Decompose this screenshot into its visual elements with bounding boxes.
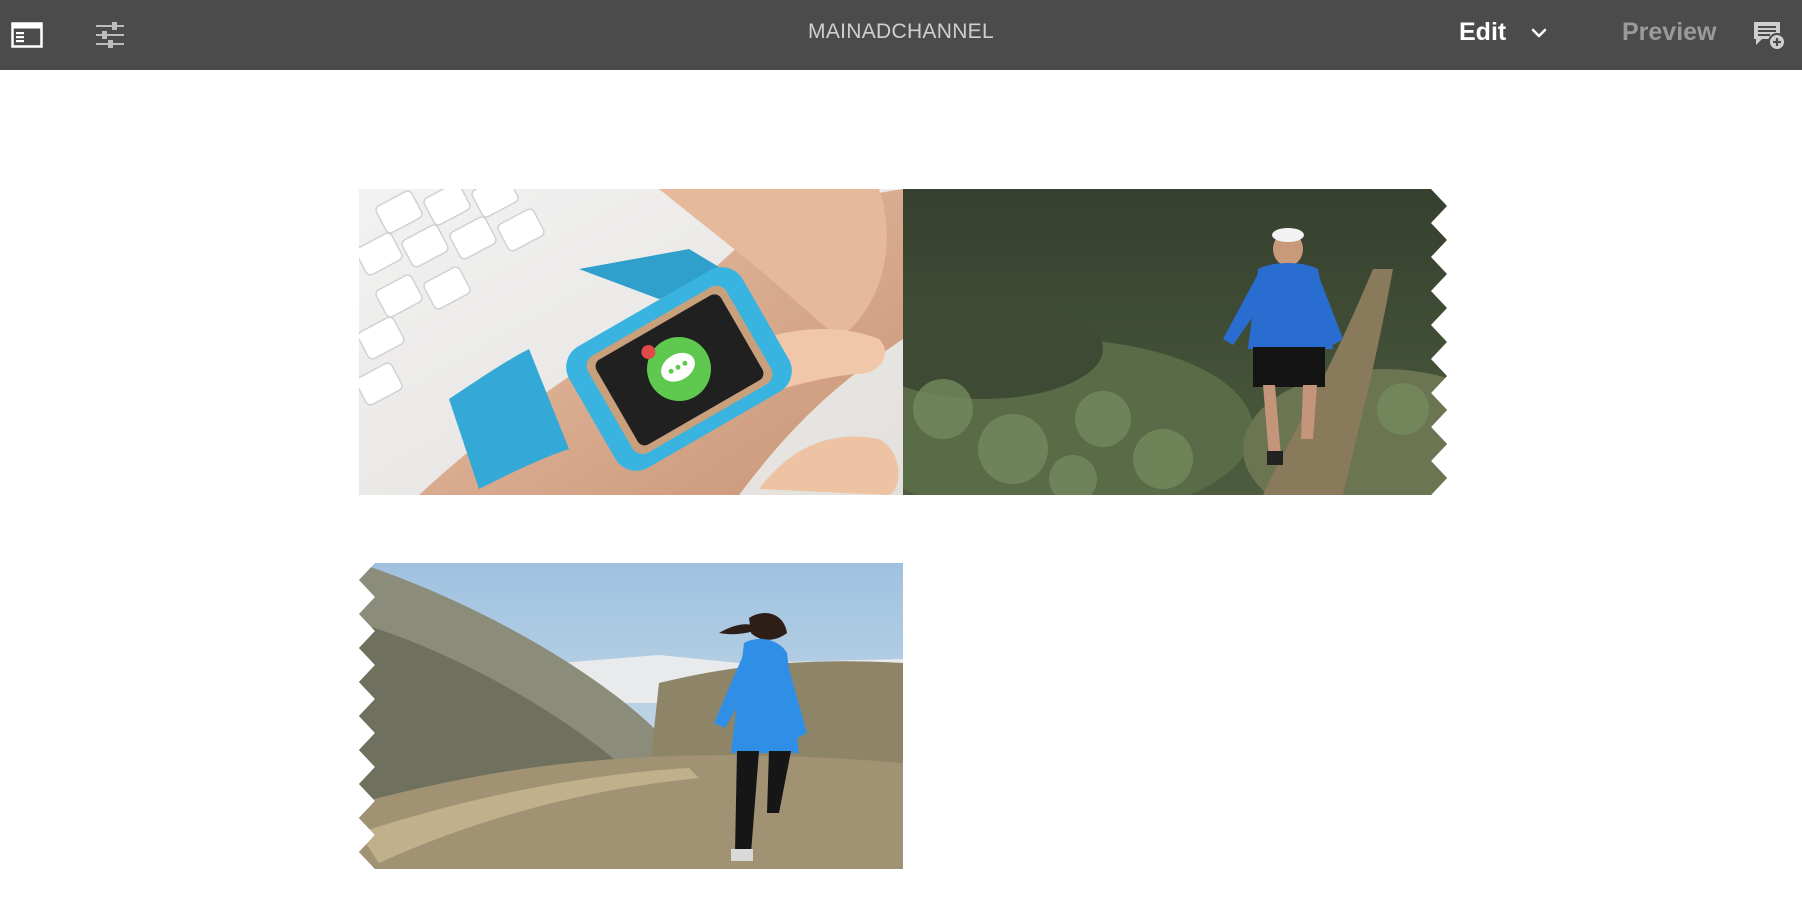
channel-item-trail-runner[interactable] [903, 189, 1447, 495]
preview-button[interactable]: Preview [1622, 18, 1717, 47]
trail-runner-image [903, 189, 1447, 495]
channel-item-woman-runner[interactable] [359, 563, 903, 869]
smartwatch-image [359, 189, 903, 495]
channel-item-smartwatch[interactable] [359, 189, 903, 495]
woman-runner-image [359, 563, 903, 869]
chevron-down-icon[interactable] [1526, 20, 1552, 46]
annotation-add-icon[interactable] [1749, 15, 1789, 55]
top-toolbar: MAINADCHANNEL Edit Preview [0, 0, 1802, 70]
mode-selector-label[interactable]: Edit [1459, 18, 1506, 47]
